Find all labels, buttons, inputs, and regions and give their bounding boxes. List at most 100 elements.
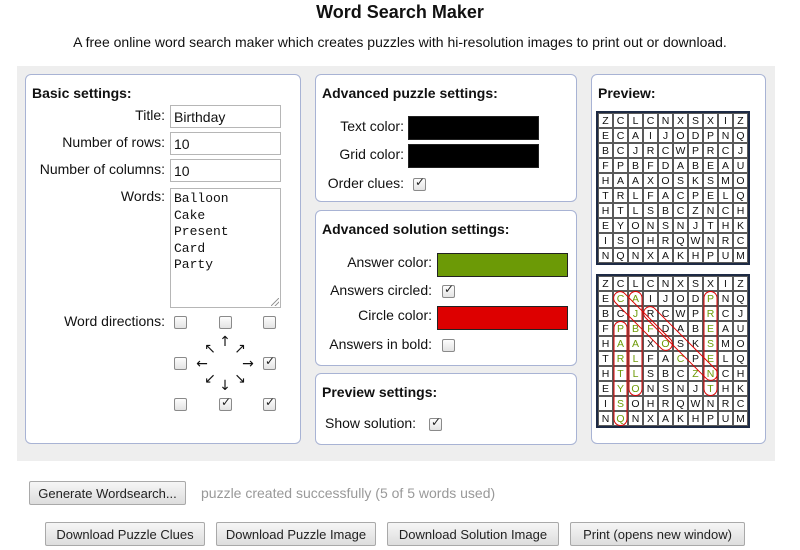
solution-cell: T <box>613 366 628 381</box>
puzzle-cell: E <box>598 128 613 143</box>
puzzle-cell: Q <box>673 233 688 248</box>
direction-up-right-checkbox[interactable] <box>263 316 276 329</box>
solution-cell: K <box>673 411 688 426</box>
arrow-down-icon: ↓ <box>219 378 231 394</box>
solution-cell: H <box>598 336 613 351</box>
answers-bold-checkbox[interactable] <box>442 339 455 352</box>
answers-circled-checkbox[interactable] <box>442 282 455 298</box>
puzzle-cell: C <box>718 203 733 218</box>
grid-color-swatch[interactable] <box>408 144 539 168</box>
puzzle-cell: R <box>658 233 673 248</box>
solution-cell: P <box>703 291 718 306</box>
solution-cell: C <box>718 306 733 321</box>
puzzle-cell: X <box>673 113 688 128</box>
arrow-up-icon: ↑ <box>219 334 231 350</box>
solution-cell: S <box>658 381 673 396</box>
puzzle-cell: C <box>658 143 673 158</box>
puzzle-cell: R <box>718 233 733 248</box>
puzzle-cell: W <box>673 143 688 158</box>
puzzle-cell: D <box>688 128 703 143</box>
columns-input[interactable] <box>170 159 281 182</box>
solution-cell: E <box>703 321 718 336</box>
print-button[interactable]: Print (opens new window) <box>570 522 745 546</box>
direction-right-checkbox[interactable] <box>263 354 276 370</box>
puzzle-cell: B <box>598 143 613 158</box>
download-solution-image-button[interactable]: Download Solution Image <box>387 522 559 546</box>
solution-cell: C <box>673 366 688 381</box>
page-subtitle: A free online word search maker which cr… <box>73 34 727 50</box>
words-label: Words: <box>120 188 165 204</box>
puzzle-cell: X <box>643 173 658 188</box>
show-solution-label: Show solution: <box>325 415 417 431</box>
solution-cell: K <box>688 336 703 351</box>
solution-cell: I <box>598 396 613 411</box>
solution-cell: N <box>628 411 643 426</box>
solution-cell: S <box>613 396 628 411</box>
arrow-left-icon: ← <box>196 356 208 372</box>
direction-down-right-checkbox[interactable] <box>263 395 276 411</box>
puzzle-cell: A <box>718 158 733 173</box>
solution-cell: J <box>658 291 673 306</box>
solution-cell: X <box>643 336 658 351</box>
download-puzzle-image-button[interactable]: Download Puzzle Image <box>216 522 376 546</box>
puzzle-cell: O <box>733 173 748 188</box>
puzzle-cell: U <box>733 158 748 173</box>
solution-cell: C <box>613 291 628 306</box>
circle-color-swatch[interactable] <box>437 306 568 330</box>
solution-cell: N <box>673 381 688 396</box>
solution-cell: N <box>598 411 613 426</box>
solution-cell: H <box>718 381 733 396</box>
solution-cell: S <box>673 336 688 351</box>
solution-cell: K <box>733 381 748 396</box>
answer-color-swatch[interactable] <box>437 253 568 277</box>
puzzle-cell: P <box>688 143 703 158</box>
direction-down-left-checkbox[interactable] <box>174 398 187 411</box>
solution-cell: Z <box>598 276 613 291</box>
solution-cell: O <box>733 336 748 351</box>
solution-cell: J <box>628 306 643 321</box>
puzzle-cell: M <box>733 248 748 263</box>
puzzle-cell: R <box>613 188 628 203</box>
puzzle-cell: L <box>628 188 643 203</box>
puzzle-cell: X <box>703 113 718 128</box>
solution-cell: F <box>598 321 613 336</box>
columns-label: Number of columns: <box>39 161 165 177</box>
puzzle-cell: O <box>628 233 643 248</box>
solution-cell: A <box>628 291 643 306</box>
puzzle-cell: N <box>718 128 733 143</box>
puzzle-cell: E <box>703 158 718 173</box>
puzzle-cell: S <box>703 173 718 188</box>
show-solution-checkbox[interactable] <box>429 415 442 431</box>
page-title: Word Search Maker <box>316 2 484 22</box>
direction-left-checkbox[interactable] <box>174 357 187 370</box>
text-color-swatch[interactable] <box>408 116 539 140</box>
puzzle-cell: Y <box>613 218 628 233</box>
arrow-down-left-icon: ↙ <box>204 371 216 387</box>
direction-down-checkbox[interactable] <box>219 395 232 411</box>
puzzle-cell: M <box>718 173 733 188</box>
solution-cell: C <box>613 276 628 291</box>
solution-cell: O <box>658 336 673 351</box>
text-color-label: Text color: <box>340 118 404 134</box>
puzzle-cell: A <box>613 173 628 188</box>
solution-cell: R <box>658 396 673 411</box>
rows-input[interactable] <box>170 132 281 155</box>
preview-heading: Preview: <box>598 85 656 101</box>
direction-up-left-checkbox[interactable] <box>174 316 187 329</box>
download-puzzle-clues-button[interactable]: Download Puzzle Clues <box>45 522 205 546</box>
words-textarea[interactable]: Balloon Cake Present Card Party <box>170 188 281 308</box>
solution-cell: C <box>658 306 673 321</box>
puzzle-cell: C <box>613 128 628 143</box>
puzzle-cell: K <box>688 173 703 188</box>
puzzle-cell: F <box>643 158 658 173</box>
title-input[interactable] <box>170 105 281 128</box>
puzzle-cell: K <box>733 218 748 233</box>
solution-cell: B <box>628 321 643 336</box>
order-clues-checkbox[interactable] <box>413 175 426 191</box>
solution-cell: R <box>613 351 628 366</box>
arrow-down-right-icon: ↘ <box>234 371 246 387</box>
generate-wordsearch-button[interactable]: Generate Wordsearch... <box>29 481 186 505</box>
direction-up-checkbox[interactable] <box>219 316 232 329</box>
solution-cell: C <box>718 366 733 381</box>
solution-cell: A <box>718 321 733 336</box>
